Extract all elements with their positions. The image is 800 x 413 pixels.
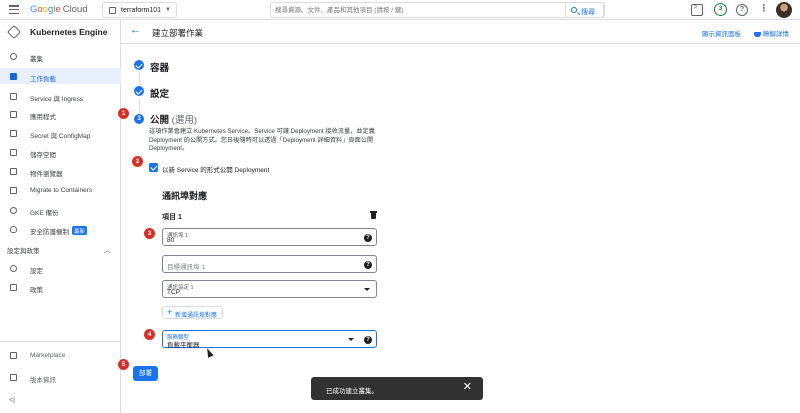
sidebar-item-services-ingress[interactable]: Service 與 Ingress [0,88,121,104]
step-config-title[interactable]: 設定 [150,86,169,100]
project-icon [109,7,116,14]
sidebar-section-config-policy[interactable]: 設定與政策 [7,245,40,255]
back-arrow-icon[interactable]: ← [130,25,141,36]
policy-icon [10,284,17,291]
apps-icon [10,111,17,118]
dropdown-arrow-icon [364,288,370,291]
step-container-title[interactable]: 容器 [150,60,169,74]
search-bar: 搜尋 [270,2,605,18]
sidebar-item-secrets-configmaps[interactable]: Secret 與 ConfigMap [0,125,121,141]
dropdown-arrow-icon [348,338,354,341]
sidebar-item-clusters[interactable]: 叢集 [0,48,121,64]
notifications-badge[interactable]: 3 [714,3,727,16]
new-badge: 最新 [72,226,88,235]
port-mapping-title: 通訊埠對應 [162,191,208,201]
step-done-icon [134,60,144,70]
annotation-marker: 3 [144,228,155,239]
security-icon [10,226,17,233]
sidebar-item-applications[interactable]: 應用程式 [0,106,121,122]
collapse-sidebar-icon[interactable]: <| [9,397,15,404]
workloads-icon [10,73,17,80]
project-name: terraform101 [121,6,162,14]
search-input[interactable] [275,5,555,16]
search-icon [571,7,577,13]
config-icon [10,130,17,137]
deploy-button[interactable]: 部署 [133,366,158,381]
migrate-icon [10,187,17,194]
step-expose-title: 公開 (選用) [150,115,197,126]
expose-service-checkbox[interactable] [149,163,158,172]
protocol-select[interactable]: 通訊協定 1 TCP [162,280,377,298]
sidebar-item-object-browser[interactable]: 物件瀏覽器 [0,163,121,179]
plus-icon: + [167,307,173,317]
marketplace-icon [10,352,17,359]
help-icon[interactable]: ? [364,260,372,269]
target-port-field[interactable]: 目標通訊埠 1 ? [162,255,377,273]
release-notes-icon [10,374,17,381]
help-icon[interactable]: ? [364,233,372,242]
learn-more-link[interactable]: 瞭解詳情 [754,28,789,38]
annotation-marker: 5 [118,359,129,370]
sidebar-item-gke-backup[interactable]: GKE 備份 [0,202,121,218]
network-icon [10,93,17,100]
snackbar-message: 已成功建立叢集。 [326,388,378,395]
project-selector[interactable]: terraform101 ▼ [102,2,177,18]
item-title: 項目 1 [162,214,182,221]
help-icon[interactable]: ? [364,335,372,344]
settings-icon [10,265,17,272]
page-header: ← 建立部署作業 顯示資訊面板 瞭解詳情 [121,20,800,44]
expose-description: 這項作業會建立 Kubernetes Service。Service 可讓 De… [149,128,375,152]
more-options-icon[interactable]: ⋮ [758,4,770,16]
product-title: Kubernetes Engine [30,27,108,37]
step-connector [139,72,140,85]
mouse-cursor-icon [204,347,214,358]
step-done-icon [134,86,144,96]
sidebar-item-workloads[interactable]: 工作負載 [0,68,121,84]
service-type-select[interactable]: 服務類型 負載平衡器 ? [162,330,377,349]
annotation-marker: 1 [118,108,129,119]
sidebar-item-release-notes[interactable]: 版本資訊 [0,369,121,385]
kubernetes-engine-icon [6,24,22,40]
sidebar-item-config[interactable]: 設定 [0,260,121,276]
sidebar-item-migrate[interactable]: Migrate to Containers [0,182,121,198]
sidebar-item-storage[interactable]: 儲存空間 [0,144,121,160]
sidebar-divider [0,341,121,342]
snackbar: 已成功建立叢集。 ✕ [311,377,483,400]
backup-icon [10,207,17,214]
port-field[interactable]: 通訊埠 1 80 ? [162,228,377,246]
object-browser-icon [10,168,17,175]
sidebar-item-security-posture[interactable]: 安全防護機制 最新 [0,221,121,237]
cloud-shell-icon[interactable] [691,4,703,16]
menu-icon[interactable] [9,5,19,15]
sidebar-header: Kubernetes Engine [0,20,121,44]
step-number-badge: 3 [134,114,144,124]
annotation-marker: 2 [132,156,143,167]
sidebar-item-policy[interactable]: 政策 [0,279,121,295]
cluster-icon [10,53,17,60]
show-info-panel-link[interactable]: 顯示資訊面板 [702,28,741,38]
annotation-marker: 4 [144,329,155,340]
google-cloud-logo[interactable]: Google Cloud [30,4,88,15]
top-bar: GoogleCloud terraform101 ▼ 搜尋 3 ? ⋮ [0,0,800,20]
sidebar: Kubernetes Engine 叢集 工作負載 Service 與 Ingr… [0,20,121,413]
expose-service-label: 以新 Service 的形式公開 Deployment [162,167,270,174]
avatar[interactable] [776,2,792,18]
chevron-down-icon: ▼ [165,7,171,13]
add-port-mapping-button[interactable]: + 新增通訊埠對應 [162,306,223,319]
chevron-up-icon[interactable]: ︿ [104,245,111,255]
close-icon[interactable]: ✕ [463,381,472,394]
page-title: 建立部署作業 [152,28,204,38]
school-icon [754,32,761,37]
storage-icon [10,149,17,156]
delete-icon[interactable] [370,211,377,219]
search-button[interactable]: 搜尋 [565,2,604,18]
step-connector [139,98,140,113]
help-icon[interactable]: ? [736,4,748,16]
sidebar-item-marketplace[interactable]: Marketplace [0,347,121,363]
